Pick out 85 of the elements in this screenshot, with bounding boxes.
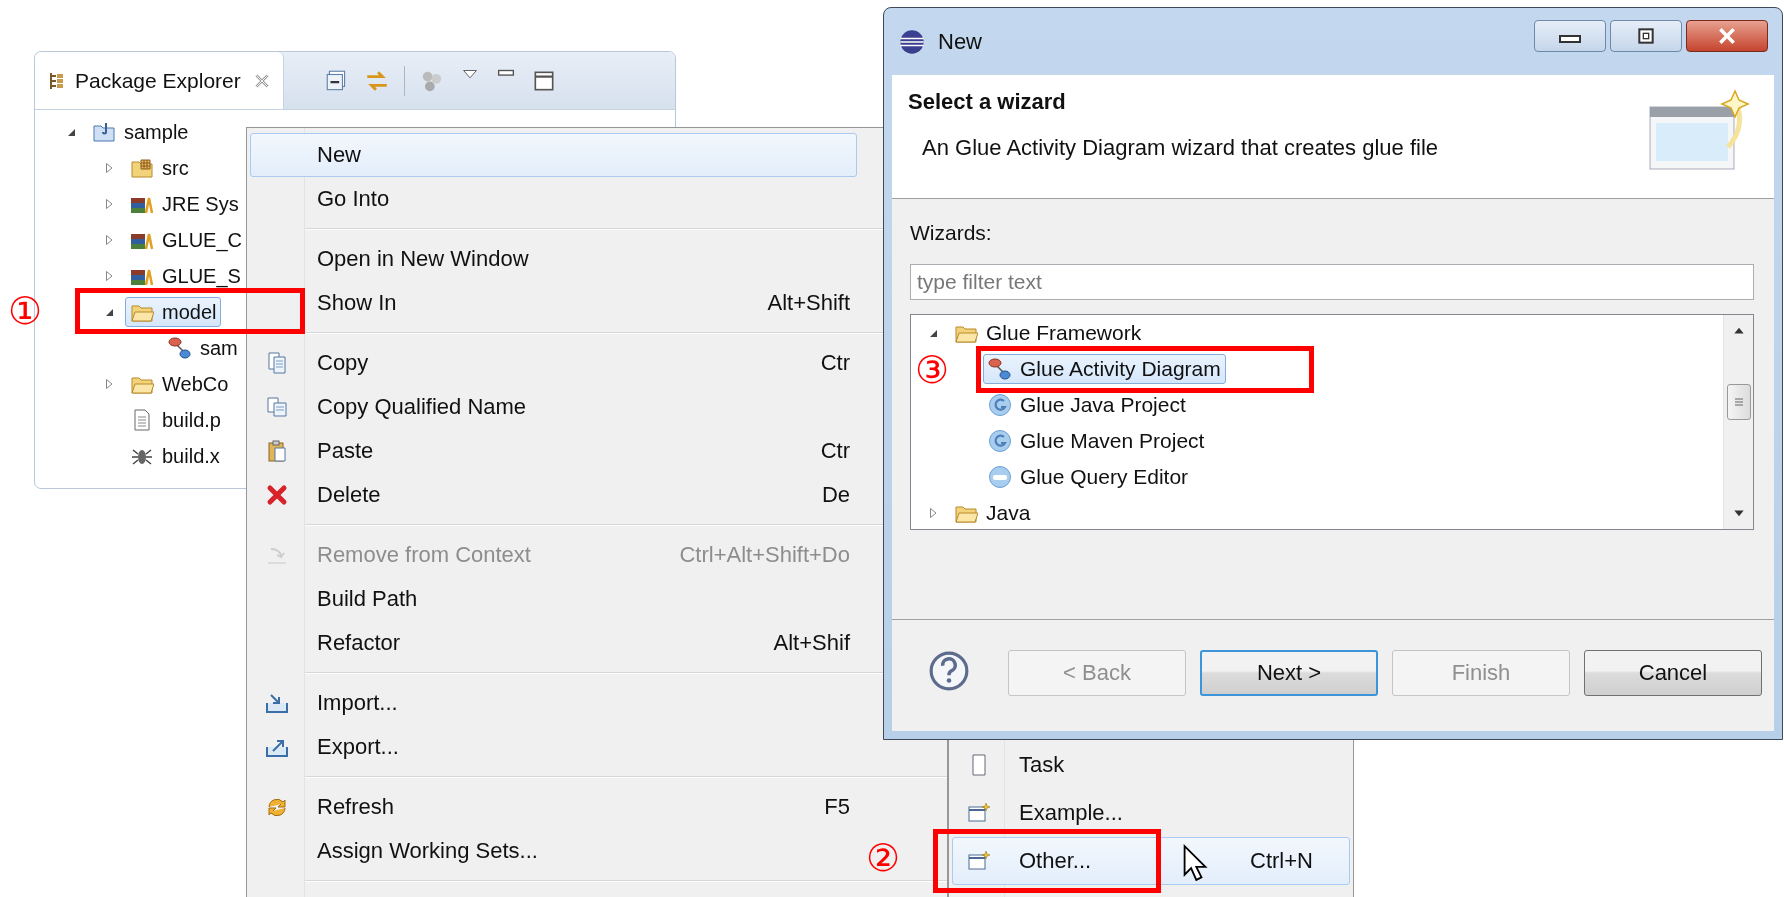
- minimize-button[interactable]: [1534, 20, 1606, 52]
- menu-item[interactable]: Go Into: [250, 177, 857, 221]
- package-explorer-tab[interactable]: Package Explorer: [35, 52, 284, 109]
- shortcut-label: Alt+Shift: [767, 290, 851, 316]
- collapsed-triangle-icon[interactable]: [927, 507, 939, 519]
- maximize-button[interactable]: [1610, 20, 1682, 52]
- shortcut-label: Ctrl+N: [1250, 848, 1314, 874]
- wizard-title: Select a wizard: [908, 89, 1067, 115]
- shortcut-label: Ctr: [820, 438, 851, 464]
- collapsed-triangle-icon[interactable]: [103, 234, 115, 246]
- tree-item[interactable]: Glue Maven Project: [983, 426, 1210, 456]
- scrollbar[interactable]: [1723, 315, 1753, 529]
- tree-item[interactable]: model: [125, 297, 222, 327]
- menu-item[interactable]: Show In Alt+Shift: [250, 281, 857, 325]
- menu-item[interactable]: Example...: [952, 789, 1350, 837]
- help-icon[interactable]: [928, 650, 970, 692]
- shortcut-label: F5: [824, 794, 851, 820]
- menu-item[interactable]: Paste Ctr: [250, 429, 857, 473]
- import-icon: [265, 691, 289, 715]
- tree-item[interactable]: Glue Framework: [949, 318, 1147, 348]
- documents-icon: [265, 395, 289, 419]
- minimize-icon: [1559, 35, 1581, 43]
- menu-item[interactable]: New: [250, 133, 857, 177]
- window-title: New: [938, 28, 982, 55]
- filter-field[interactable]: type filter text: [910, 264, 1754, 300]
- mouse-pointer-icon: [1182, 843, 1208, 883]
- close-button[interactable]: [1686, 20, 1768, 52]
- wizard-description: An Glue Activity Diagram wizard that creates glue file: [921, 135, 1438, 161]
- step-number: ③: [915, 348, 950, 392]
- sphere-icon: [898, 27, 926, 56]
- circle-icon: [988, 429, 1012, 453]
- menu-item[interactable]: Import...: [250, 681, 857, 725]
- scroll-up-icon[interactable]: [1731, 325, 1746, 335]
- clipboard-icon: [265, 439, 289, 463]
- delete-icon: [265, 483, 289, 507]
- menu-item[interactable]: Delete De: [250, 473, 857, 517]
- package-folder-icon: [130, 156, 154, 180]
- wizards-label: Wizards:: [910, 221, 993, 246]
- collapsed-triangle-icon[interactable]: [103, 270, 115, 282]
- wizard-icon: [967, 849, 991, 873]
- menu-item[interactable]: Refresh F5: [250, 785, 857, 829]
- scroll-thumb[interactable]: [1726, 384, 1751, 420]
- shortcut-label: Ctr: [820, 350, 851, 376]
- tree-item[interactable]: sample: [87, 117, 194, 147]
- close-icon: [1719, 28, 1735, 44]
- tree-item[interactable]: src: [125, 153, 194, 183]
- menu-item[interactable]: Refactor Alt+Shif: [250, 621, 857, 665]
- tree-item[interactable]: Glue Query Editor: [983, 462, 1194, 492]
- tree-item[interactable]: JRE Sys: [125, 189, 244, 219]
- menu-item[interactable]: Copy Qualified Name: [250, 385, 857, 429]
- menu-item[interactable]: Export...: [250, 725, 857, 769]
- tree-item[interactable]: build.p: [125, 405, 226, 435]
- dialog-button[interactable]: Next >: [1200, 650, 1378, 696]
- grip-icon: [1732, 396, 1745, 408]
- menu-item[interactable]: Open in New Window: [250, 237, 857, 281]
- tree-item[interactable]: sam: [163, 333, 243, 363]
- collapsed-triangle-icon[interactable]: [103, 378, 115, 390]
- circle-icon: [988, 393, 1012, 417]
- collapsed-triangle-icon[interactable]: [103, 162, 115, 174]
- tree-item[interactable]: Java: [949, 498, 1036, 528]
- menu-item[interactable]: Copy Ctr: [250, 341, 857, 385]
- tree-item[interactable]: Glue Java Project: [983, 390, 1191, 420]
- menu-item[interactable]: Other... Ctrl+N: [952, 837, 1350, 885]
- diagram-icon: [988, 357, 1012, 381]
- shortcut-label: De: [821, 482, 851, 508]
- menu-item[interactable]: Assign Working Sets...: [250, 829, 857, 873]
- maximize-icon: [1638, 28, 1654, 44]
- menu-item[interactable]: Build Path: [250, 577, 857, 621]
- documents-icon: [265, 351, 289, 375]
- step-number: ②: [866, 836, 901, 880]
- shortcut-label: Alt+Shif: [773, 630, 851, 656]
- tree-item[interactable]: GLUE_C: [125, 225, 248, 255]
- tree-item[interactable]: build.x: [125, 441, 225, 471]
- project-folder-icon: [92, 120, 116, 144]
- circle-icon: [988, 465, 1012, 489]
- step-number: ①: [8, 289, 43, 333]
- wizard-icon: [967, 801, 991, 825]
- tree-item[interactable]: GLUE_S: [125, 261, 246, 291]
- dialog-button[interactable]: Cancel: [1584, 650, 1762, 696]
- tree-item[interactable]: WebCo: [125, 369, 234, 399]
- tree-item[interactable]: Glue Activity Diagram: [983, 354, 1226, 384]
- diagram-icon: [168, 336, 192, 360]
- shortcut-label: Ctrl+Alt+Shift+Do: [679, 542, 851, 568]
- collapsed-triangle-icon[interactable]: [103, 198, 115, 210]
- menu-item[interactable]: Task: [952, 741, 1350, 789]
